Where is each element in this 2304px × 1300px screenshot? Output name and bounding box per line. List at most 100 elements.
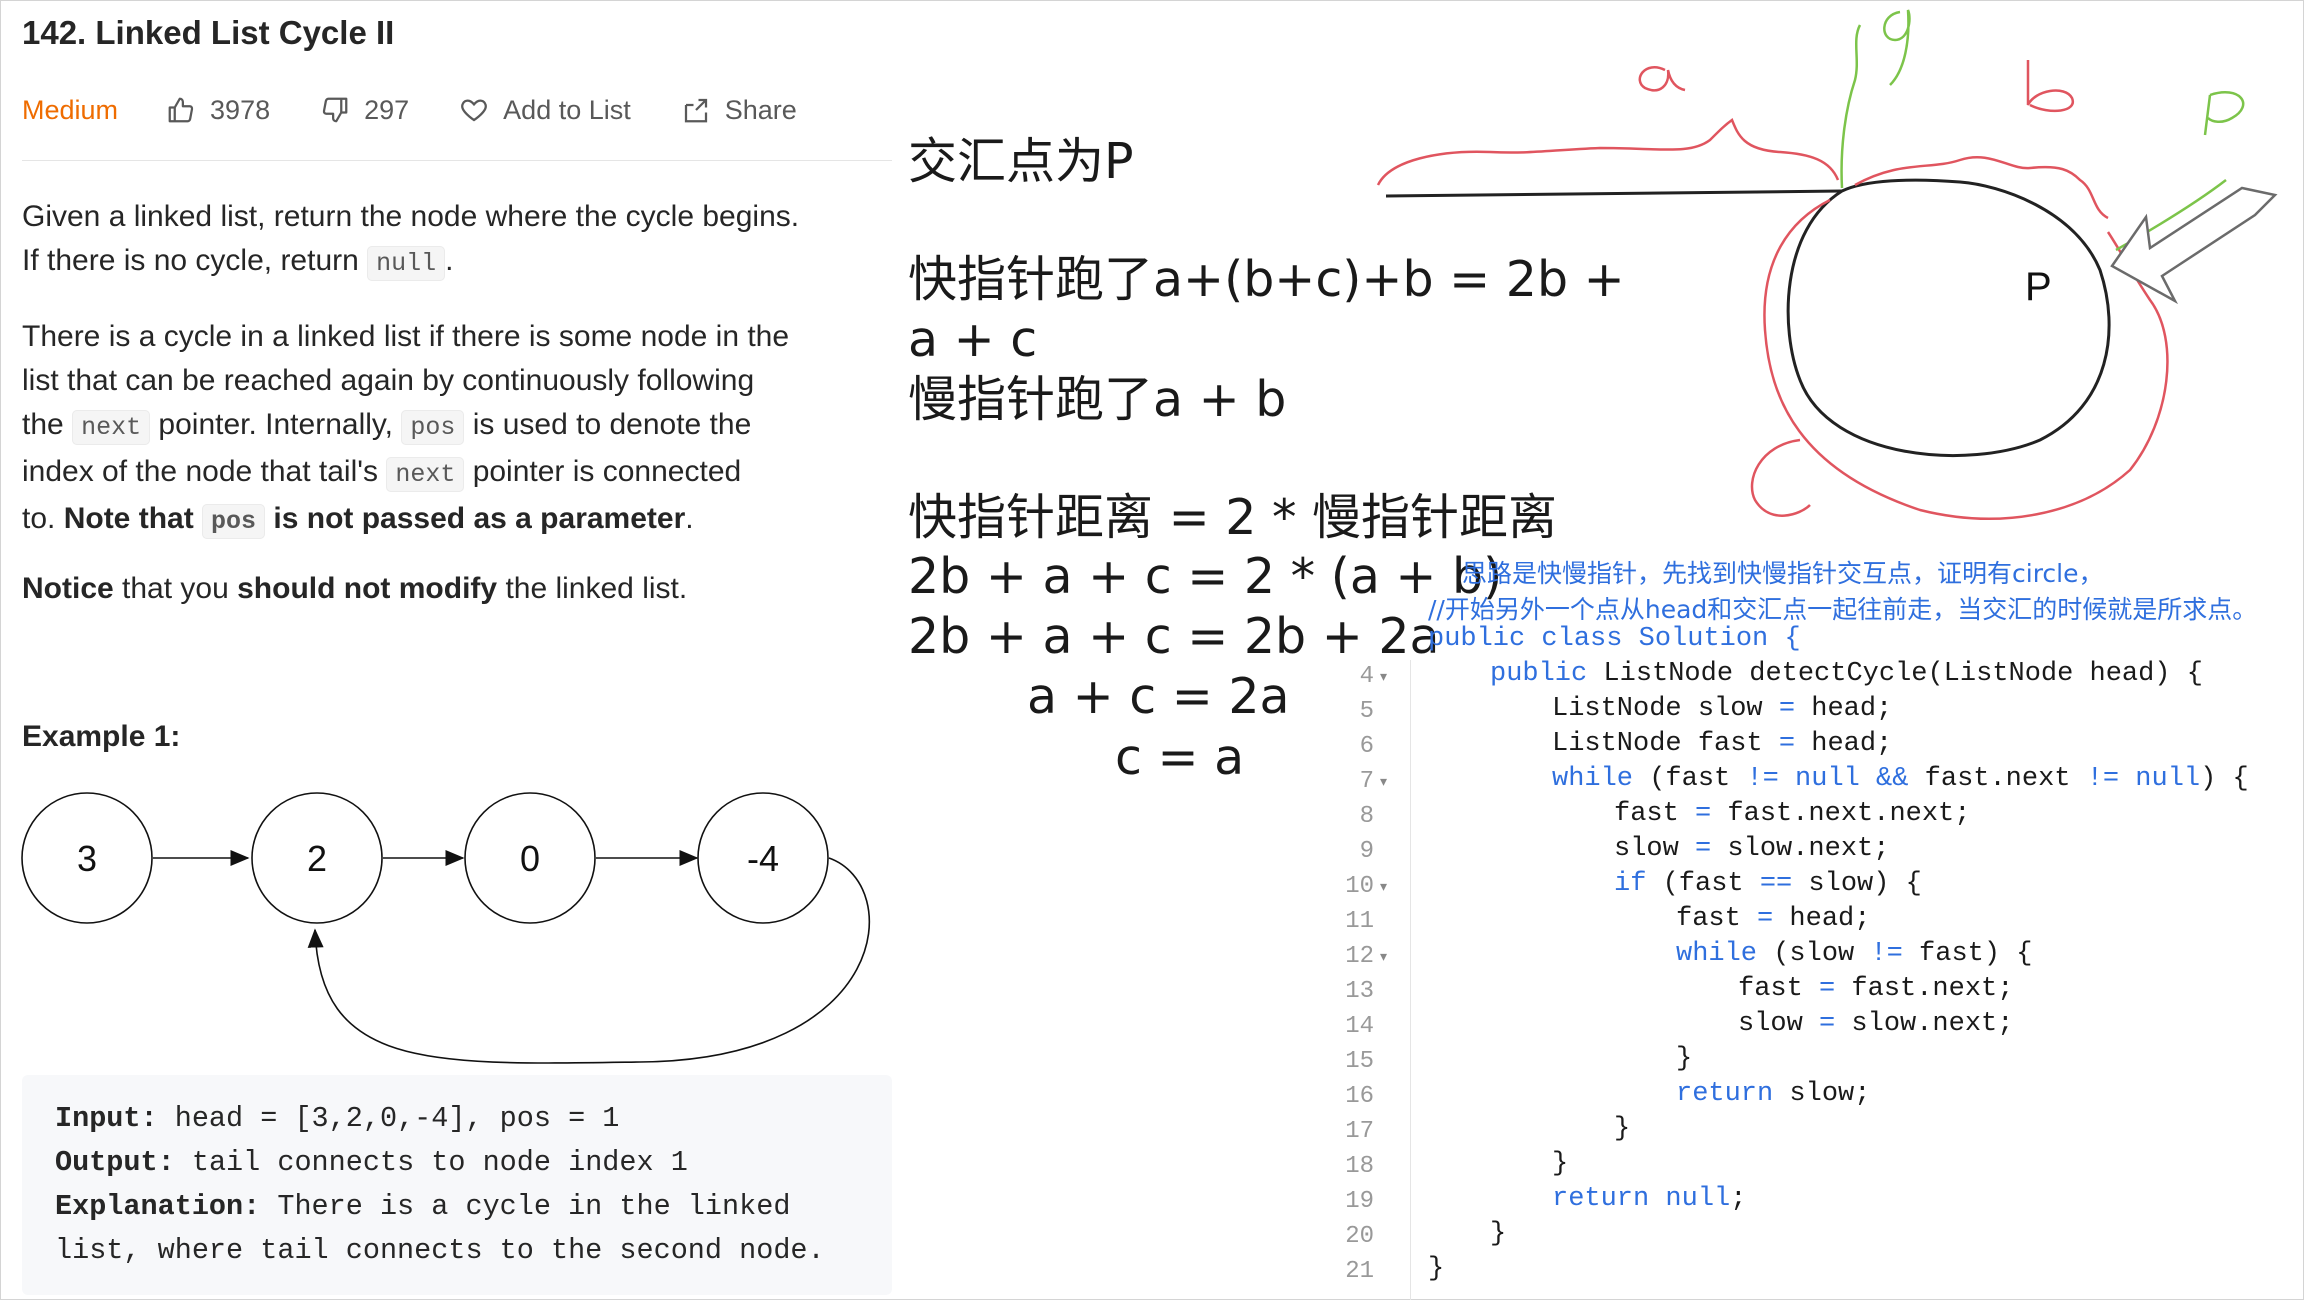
thumbs-down-icon [322,97,348,123]
note-line: 2b + a + c = 2b + 2a [908,608,1440,665]
code-line-6[interactable]: ListNode fast = head; [1552,729,1892,759]
note-line: 交汇点为P [908,133,1134,190]
code-text: (fast [1646,869,1760,899]
operator: != [1746,764,1779,794]
description-paragraph-3: Notice that you should not modify the li… [22,567,892,611]
problem-meta-bar: Medium 3978 297 Add to List Share [22,90,847,130]
line-number: 5 [1359,698,1374,725]
line-number: 18 [1345,1153,1374,1180]
label: Output: [55,1146,175,1179]
code-line-4[interactable]: public ListNode detectCycle(ListNode hea… [1490,659,2203,689]
line-number-row: 5 [1330,694,1404,729]
share-label: Share [724,94,797,125]
fold-toggle-icon[interactable]: ▾ [1374,878,1404,895]
line-number: 17 [1345,1118,1374,1145]
note-line: a + c = 2a [1027,668,1290,725]
text: is used to denote the [472,408,752,441]
keyword: return [1676,1079,1774,1109]
description-paragraph-2: There is a cycle in a linked list if the… [22,315,892,544]
code-line-13[interactable]: fast = fast.next; [1738,974,2013,1004]
code-comment-1: 思路是快慢指针，先找到快慢指针交互点，证明有circle， [1462,559,2104,588]
code-comment-2: //开始另外一个点从head和交汇点一起往前走，当交汇的时候就是所求点。 [1428,595,2258,624]
sketch-path-line [1385,189,1843,198]
description-paragraph-1: Given a linked list, return the node whe… [22,195,892,286]
keyword: public [1490,659,1588,689]
code-line-16[interactable]: return slow; [1676,1079,1870,1109]
code-line-11[interactable]: fast = head; [1676,904,1870,934]
code-text: } [1614,1114,1631,1144]
code-text: ListNode slow [1552,694,1779,724]
line-number: 10 [1345,873,1374,900]
line-number-row: 10 ▾ [1330,869,1404,904]
keyword: null [1778,764,1860,794]
code-text: slow) { [1792,869,1922,899]
keyword: while [1552,764,1634,794]
operator: = [1819,1009,1836,1039]
code-line-20[interactable]: } [1490,1219,1506,1249]
line-number: 12 [1345,943,1374,970]
fold-toggle-icon[interactable]: ▾ [1374,773,1404,790]
code-line-17[interactable]: } [1614,1114,1630,1144]
operator: != [2086,764,2120,794]
share-button[interactable]: Share [681,95,797,126]
dislike-button[interactable]: 297 [320,95,409,126]
code-text: (slow [1757,939,1871,969]
example-title: Example 1: [22,720,181,753]
text: . [685,502,694,535]
code-line-14[interactable]: slow = slow.next; [1738,1009,2013,1039]
code-line-15[interactable]: } [1676,1044,1692,1074]
dislike-count: 297 [364,94,410,125]
thumbs-up-icon [168,97,194,123]
code-line-8[interactable]: fast = fast.next.next; [1614,799,1970,829]
problem-title: 142. Linked List Cycle II [22,14,395,51]
code-text: slow [1614,834,1696,864]
text: tail connects to node index 1 [174,1146,688,1179]
cycle-sketch: P [1376,9,2278,520]
add-to-list-button[interactable]: Add to List [459,95,631,126]
code-text: (fast [1633,764,1747,794]
note-line: a + c [908,311,1038,368]
line-number: 13 [1345,978,1374,1005]
code-line-5[interactable]: ListNode slow = head; [1552,694,1892,724]
code-line-7[interactable]: while (fast != null && fast.next != null… [1552,764,2249,794]
line-number-row: 19 [1330,1184,1404,1219]
line-number-row: 14 [1330,1009,1404,1044]
code-line-12[interactable]: while (slow != fast) { [1676,939,2032,969]
fold-toggle-icon[interactable]: ▾ [1374,948,1404,965]
line-number: 16 [1345,1083,1374,1110]
line-number: 11 [1345,908,1374,935]
inline-code-next: next [72,410,151,445]
example-box: Input: head = [3,2,0,-4], pos = 1 Output… [22,1075,892,1295]
code-text: } [1552,1149,1569,1179]
line-number-row: 9 [1330,834,1404,869]
inline-code-pos: pos [401,410,465,445]
code-text: } [1428,1254,1445,1284]
code-text: fast.next; [1835,974,2014,1004]
code-line-3[interactable]: public class Solution { [1428,624,1801,654]
text: to. [22,502,56,535]
code-line-10[interactable]: if (fast == slow) { [1614,869,1922,899]
code-text: slow.next; [1835,1009,2014,1039]
code-line-18[interactable]: } [1552,1149,1568,1179]
code-text: public class Solution { [1428,624,1801,654]
code-text: } [1490,1219,1507,1249]
fold-toggle-icon[interactable]: ▾ [1374,668,1404,685]
line-number-row: 8 [1330,799,1404,834]
code-line-21[interactable]: } [1428,1254,1444,1284]
line-number-row: 16 [1330,1079,1404,1114]
add-to-list-label: Add to List [503,94,631,125]
code-text: ListNode detectCycle(ListNode head) { [1587,659,2203,689]
code-line-9[interactable]: slow = slow.next; [1614,834,1889,864]
node-value: -4 [747,838,779,879]
inline-code-next: next [386,457,465,492]
heart-icon [461,99,488,122]
code-line-19[interactable]: return null; [1552,1184,1746,1214]
keyword: if [1614,869,1647,899]
bold-text: should not modify [237,572,498,605]
text: the linked list. [505,572,688,605]
keyword: return [1552,1184,1650,1214]
label: Explanation: [55,1190,261,1223]
text: that you [122,572,229,605]
text: If there is no cycle, return [22,244,359,277]
like-button[interactable]: 3978 [166,95,270,126]
